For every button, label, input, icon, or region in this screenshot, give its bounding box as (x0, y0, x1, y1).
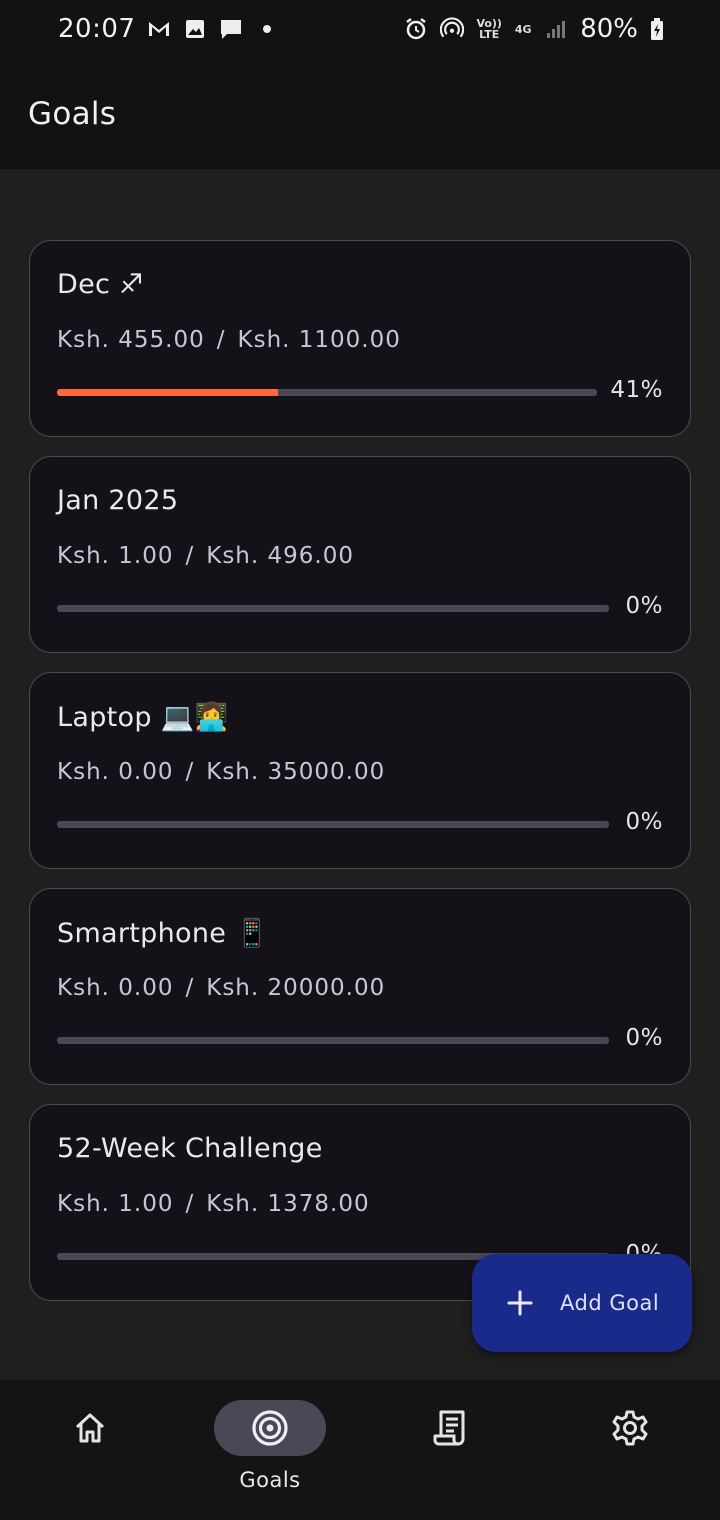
progress-bar (57, 605, 609, 612)
goal-card[interactable]: Smartphone 📱 Ksh. 0.00 / Ksh. 20000.00 0% (29, 888, 691, 1085)
alarm-icon (404, 17, 428, 41)
nav-icon-container (574, 1400, 686, 1456)
app-bar: Goals (0, 58, 720, 169)
goal-target-amount: Ksh. 496.00 (206, 543, 354, 569)
goal-name: Dec ♐ (57, 269, 144, 300)
goal-percent: 0% (625, 593, 663, 619)
plus-icon (506, 1289, 534, 1317)
goal-target-amount: Ksh. 20000.00 (206, 975, 386, 1001)
goal-amounts: Ksh. 0.00 / Ksh. 35000.00 (57, 759, 385, 785)
progress-bar (57, 821, 609, 828)
goal-percent: 0% (625, 809, 663, 835)
goal-target-amount: Ksh. 35000.00 (206, 759, 386, 785)
battery-percent: 80% (580, 14, 638, 44)
amount-separator: / (185, 1191, 195, 1217)
amount-separator: / (185, 975, 195, 1001)
message-icon (219, 17, 243, 41)
add-goal-button[interactable]: Add Goal (472, 1254, 692, 1352)
goal-saved-amount: Ksh. 1.00 (57, 1191, 174, 1217)
goal-name: Laptop 💻👩‍💻 (57, 702, 229, 733)
nav-item-transactions[interactable] (370, 1400, 530, 1510)
4g-icon: 4G (514, 22, 532, 36)
nav-label-goals: Goals (239, 1468, 301, 1492)
goal-percent: 0% (625, 1025, 663, 1051)
target-icon (251, 1409, 289, 1447)
progress-bar (57, 1037, 609, 1044)
amount-separator: / (185, 759, 195, 785)
goal-card[interactable]: Laptop 💻👩‍💻 Ksh. 0.00 / Ksh. 35000.00 0% (29, 672, 691, 869)
progress-bar (57, 389, 597, 396)
page-title: Goals (28, 95, 117, 132)
bottom-nav: Goals (0, 1380, 720, 1520)
dot-icon (255, 17, 279, 41)
goal-target-amount: Ksh. 1100.00 (237, 327, 401, 353)
status-bar: 20:07 Vo)) LTE 4G 80% (0, 0, 720, 58)
goal-name: 52-Week Challenge (57, 1133, 323, 1164)
gmail-icon (147, 17, 171, 41)
nav-item-settings[interactable] (550, 1400, 710, 1510)
goal-percent: 41% (610, 377, 663, 403)
receipt-icon (432, 1409, 468, 1447)
goal-card[interactable]: Jan 2025 Ksh. 1.00 / Ksh. 496.00 0% (29, 456, 691, 653)
amount-separator: / (185, 543, 195, 569)
nav-icon-container (214, 1400, 326, 1456)
status-time: 20:07 (58, 14, 136, 44)
signal-icon (544, 17, 568, 41)
goal-name: Smartphone 📱 (57, 918, 269, 949)
nav-item-goals[interactable]: Goals (190, 1400, 350, 1510)
goal-saved-amount: Ksh. 0.00 (57, 975, 174, 1001)
status-bar-left: 20:07 (58, 14, 279, 44)
nav-item-home[interactable] (10, 1400, 170, 1510)
nav-icon-container (34, 1400, 146, 1456)
status-bar-right: Vo)) LTE 4G 80% (404, 14, 664, 44)
goal-target-amount: Ksh. 1378.00 (206, 1191, 370, 1217)
nav-icon-container (394, 1400, 506, 1456)
goal-amounts: Ksh. 1.00 / Ksh. 1378.00 (57, 1191, 370, 1217)
volte-icon: Vo)) LTE (476, 17, 502, 41)
goal-card[interactable]: Dec ♐ Ksh. 455.00 / Ksh. 1100.00 41% (29, 240, 691, 437)
goal-saved-amount: Ksh. 0.00 (57, 759, 174, 785)
gear-icon (611, 1409, 649, 1447)
add-goal-label: Add Goal (560, 1291, 660, 1315)
progress-fill (57, 389, 279, 396)
goal-amounts: Ksh. 0.00 / Ksh. 20000.00 (57, 975, 385, 1001)
goal-list: Dec ♐ Ksh. 455.00 / Ksh. 1100.00 41% Jan 2… (0, 169, 720, 1380)
goal-amounts: Ksh. 455.00 / Ksh. 1100.00 (57, 327, 401, 353)
hotspot-icon (440, 17, 465, 41)
gallery-icon (183, 17, 207, 41)
amount-separator: / (216, 327, 226, 353)
battery-icon (650, 17, 664, 41)
goal-name: Jan 2025 (57, 485, 179, 516)
goal-saved-amount: Ksh. 455.00 (57, 327, 205, 353)
goal-saved-amount: Ksh. 1.00 (57, 543, 174, 569)
home-icon (72, 1410, 108, 1446)
goal-amounts: Ksh. 1.00 / Ksh. 496.00 (57, 543, 354, 569)
